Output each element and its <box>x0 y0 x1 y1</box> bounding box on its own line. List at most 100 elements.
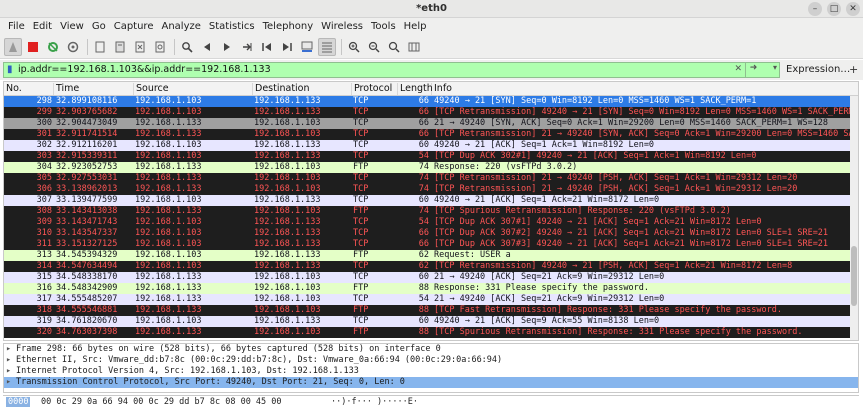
minimize-icon[interactable]: – <box>808 2 822 16</box>
packet-destination: 192.168.1.103 <box>254 129 321 139</box>
scrollbar-thumb[interactable] <box>851 246 857 306</box>
bookmark-icon[interactable]: ▮ <box>7 64 13 75</box>
table-row[interactable]: 309 33.143471743 192.168.1.103 192.168.1.13… <box>4 217 858 228</box>
table-row[interactable]: 320 34.763037398 192.168.1.133 192.168.1.10… <box>4 327 858 338</box>
menu-statistics[interactable]: Statistics <box>205 21 259 32</box>
packet-time: 33.138962013 <box>56 184 118 194</box>
packet-no: 311 <box>36 239 52 249</box>
detail-ethernet[interactable]: ▸ Ethernet II, Src: Vmware_dd:b7:8c (00:0… <box>4 355 858 366</box>
menu-wireless[interactable]: Wireless <box>317 21 367 32</box>
menu-view[interactable]: View <box>56 21 88 32</box>
open-file-icon[interactable] <box>91 38 109 56</box>
zoom-in-icon[interactable] <box>345 38 363 56</box>
detail-ipv4[interactable]: ▸ Internet Protocol Version 4, Src: 192.1… <box>4 366 858 377</box>
packet-destination: 192.168.1.133 <box>254 96 321 106</box>
go-last-packet-icon[interactable] <box>278 38 296 56</box>
menu-analyze[interactable]: Analyze <box>157 21 204 32</box>
packet-time: 34.555546881 <box>56 305 118 315</box>
menu-help[interactable]: Help <box>400 21 431 32</box>
menu-telephony[interactable]: Telephony <box>259 21 318 32</box>
colorize-icon[interactable] <box>318 37 336 56</box>
packet-no: 317 <box>36 294 52 304</box>
filter-history-dropdown-icon[interactable]: ▾ <box>773 63 777 72</box>
save-file-icon[interactable] <box>111 38 129 56</box>
start-capture-icon[interactable] <box>4 37 22 56</box>
go-first-packet-icon[interactable] <box>258 38 276 56</box>
table-row[interactable]: 305 32.927553031 192.168.1.133 192.168.1.10… <box>4 173 858 184</box>
expand-arrow-icon[interactable]: ▸ <box>6 355 16 366</box>
packet-protocol: TCP <box>353 96 369 106</box>
display-filter-text[interactable]: ip.addr==192.168.1.103&&ip.addr==192.168… <box>18 64 271 75</box>
packet-info: [TCP Retransmission] 21 → 49240 [PSH, AC… <box>434 173 798 183</box>
table-row[interactable]: 301 32.911741514 192.168.1.133 192.168.1.10… <box>4 129 858 140</box>
table-row[interactable]: 313 34.545394329 192.168.1.103 192.168.1.13… <box>4 250 858 261</box>
detail-frame[interactable]: ▸ Frame 298: 66 bytes on wire (528 bits),… <box>4 344 858 355</box>
window-titlebar: *eth0 – □ ✕ <box>0 0 863 18</box>
reload-file-icon[interactable] <box>151 38 169 56</box>
zoom-normal-icon[interactable] <box>385 38 403 56</box>
table-row[interactable]: 300 32.904473049 192.168.1.133 192.168.1.10… <box>4 118 858 129</box>
go-forward-icon[interactable] <box>218 38 236 56</box>
add-filter-button[interactable]: + <box>849 63 858 76</box>
table-row[interactable]: 304 32.923052753 192.168.1.133 192.168.1.10… <box>4 162 858 173</box>
table-row[interactable]: 298 32.899108116 192.168.1.103 192.168.1.13… <box>4 96 858 107</box>
go-to-packet-icon[interactable] <box>238 38 256 56</box>
table-row[interactable]: 299 32.903765682 192.168.1.103 192.168.1.13… <box>4 107 858 118</box>
packet-no: 318 <box>36 305 52 315</box>
restart-capture-icon[interactable] <box>44 38 62 56</box>
packet-list-scrollbar[interactable] <box>850 96 858 340</box>
close-file-icon[interactable] <box>131 38 149 56</box>
packet-no: 298 <box>36 96 52 106</box>
display-filter-input[interactable]: ▮ ip.addr==192.168.1.103&&ip.addr==192.1… <box>3 62 780 78</box>
bytes-hex[interactable]: 00 0c 29 0a 66 94 00 0c 29 dd b7 8c 08 0… <box>41 397 282 407</box>
apply-filter-icon[interactable]: ➜ <box>745 63 761 77</box>
column-header-no[interactable]: No. <box>4 83 54 95</box>
menu-file[interactable]: File <box>4 21 29 32</box>
expression-button[interactable]: Expression… <box>786 64 850 75</box>
table-row[interactable]: 302 32.912116201 192.168.1.103 192.168.1.13… <box>4 140 858 151</box>
table-row[interactable]: 307 33.139477599 192.168.1.103 192.168.1.13… <box>4 195 858 206</box>
table-row[interactable]: 318 34.555546881 192.168.1.133 192.168.1.10… <box>4 305 858 316</box>
find-packet-icon[interactable] <box>178 38 196 56</box>
table-row[interactable]: 308 33.143413038 192.168.1.133 192.168.1.10… <box>4 206 858 217</box>
detail-tcp[interactable]: ▸ Transmission Control Protocol, Src Port… <box>4 377 858 388</box>
resize-columns-icon[interactable] <box>405 38 423 56</box>
bytes-ascii[interactable]: ··)·f··· )·····E· <box>331 397 418 407</box>
go-back-icon[interactable] <box>198 38 216 56</box>
packet-time: 32.903765682 <box>56 107 118 117</box>
close-icon[interactable]: ✕ <box>846 2 860 16</box>
menu-capture[interactable]: Capture <box>110 21 158 32</box>
table-row[interactable]: 310 33.143547337 192.168.1.103 192.168.1.13… <box>4 228 858 239</box>
window-title: *eth0 <box>416 3 447 14</box>
table-row[interactable]: 314 34.547634494 192.168.1.103 192.168.1.13… <box>4 261 858 272</box>
expand-arrow-icon[interactable]: ▸ <box>6 344 16 355</box>
menu-go[interactable]: Go <box>88 21 110 32</box>
column-header-time[interactable]: Time <box>54 83 134 95</box>
capture-options-icon[interactable] <box>64 38 82 56</box>
column-header-length[interactable]: Length <box>398 83 433 95</box>
maximize-icon[interactable]: □ <box>827 2 841 16</box>
packet-info: [TCP Retransmission] 49240 → 21 [PSH, AC… <box>434 261 793 271</box>
auto-scroll-icon[interactable] <box>298 38 316 56</box>
table-row[interactable]: 316 34.548342909 192.168.1.133 192.168.1.10… <box>4 283 858 294</box>
menu-edit[interactable]: Edit <box>29 21 56 32</box>
stop-capture-icon[interactable] <box>24 38 42 56</box>
clear-filter-icon[interactable]: ✕ <box>734 64 742 74</box>
column-header-source[interactable]: Source <box>134 83 253 95</box>
column-header-protocol[interactable]: Protocol <box>352 83 398 95</box>
table-row[interactable]: 311 33.151327125 192.168.1.103 192.168.1.13… <box>4 239 858 250</box>
table-row[interactable]: 315 34.548338170 192.168.1.133 192.168.1.10… <box>4 272 858 283</box>
expand-arrow-icon[interactable]: ▸ <box>6 366 16 377</box>
packet-length: 54 <box>418 151 429 161</box>
table-row[interactable]: 303 32.915339311 192.168.1.103 192.168.1.13… <box>4 151 858 162</box>
expand-arrow-icon[interactable]: ▸ <box>6 377 16 388</box>
column-header-info[interactable]: Info <box>432 83 852 95</box>
table-row[interactable]: 317 34.555485207 192.168.1.133 192.168.1.10… <box>4 294 858 305</box>
zoom-out-icon[interactable] <box>365 38 383 56</box>
table-row[interactable]: 319 34.761820670 192.168.1.103 192.168.1.13… <box>4 316 858 327</box>
menu-tools[interactable]: Tools <box>367 21 400 32</box>
menu-bar: File Edit View Go Capture Analyze Statis… <box>0 18 863 35</box>
column-header-destination[interactable]: Destination <box>253 83 352 95</box>
table-row[interactable]: 306 33.138962013 192.168.1.133 192.168.1.10… <box>4 184 858 195</box>
packet-source: 192.168.1.103 <box>135 239 202 249</box>
